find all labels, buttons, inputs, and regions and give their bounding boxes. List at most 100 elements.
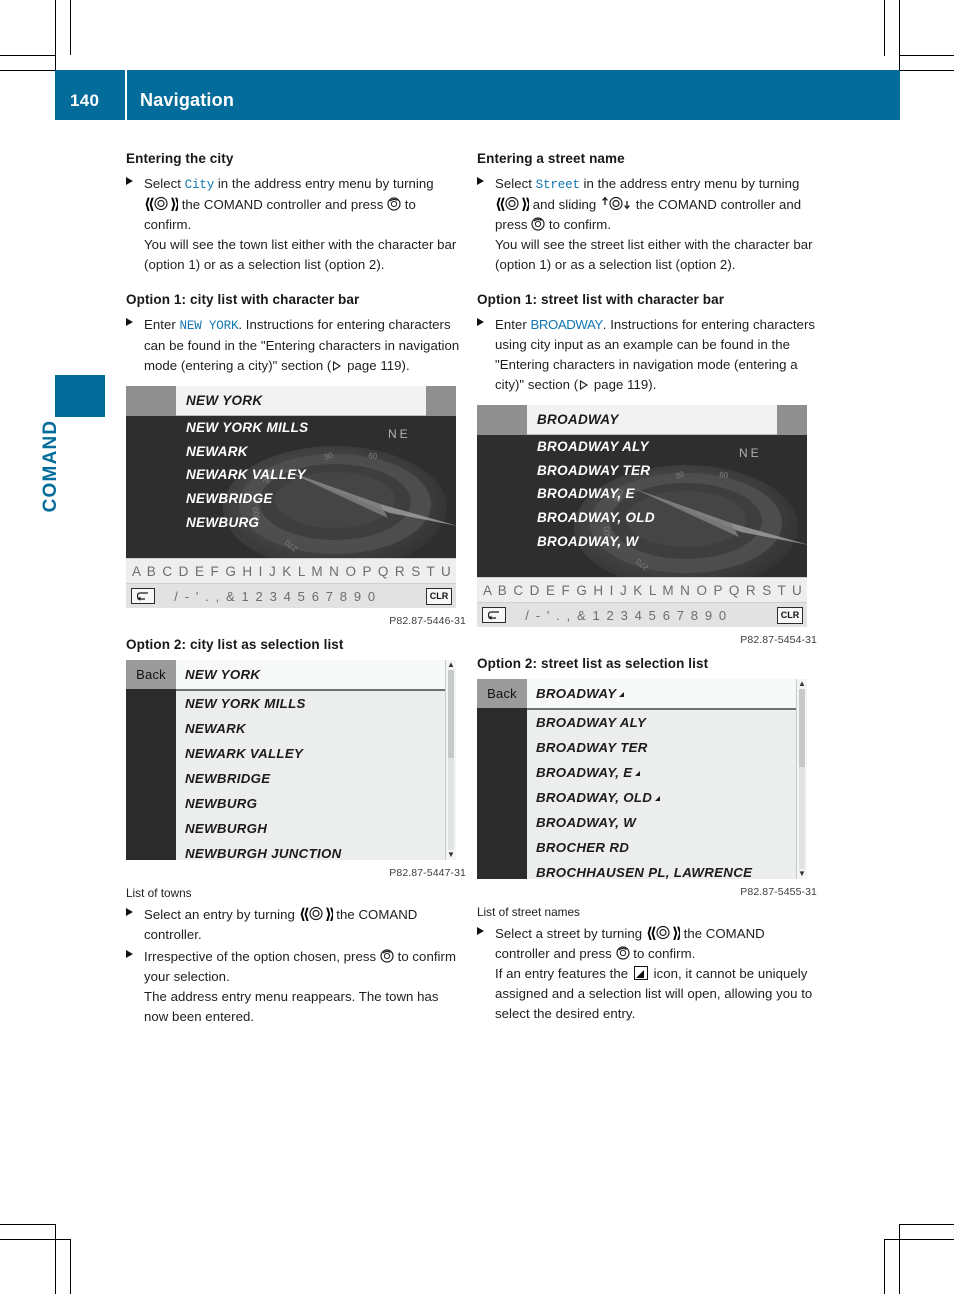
- clr-button[interactable]: CLR: [426, 587, 452, 605]
- list-item[interactable]: NEWARK: [176, 716, 456, 741]
- list-item[interactable]: BROCHER RD: [527, 835, 807, 860]
- list-item[interactable]: NEWBRIDGE: [176, 766, 456, 791]
- crop-mark-bottom-right-v: [899, 1224, 900, 1294]
- list-item[interactable]: NEWARK VALLEY: [176, 741, 456, 766]
- back-button[interactable]: Back: [477, 679, 527, 709]
- scroll-up-icon[interactable]: ▲: [798, 680, 806, 688]
- list-item[interactable]: BROADWAY, E: [477, 482, 807, 506]
- scrollbar-thumb[interactable]: [799, 689, 805, 768]
- crop-mark-bottom-left-v: [55, 1224, 56, 1294]
- t: Enter: [144, 317, 180, 333]
- step-select-street-text: Select Street in the address entry menu …: [495, 174, 817, 235]
- scroll-down-icon[interactable]: ▼: [798, 870, 806, 878]
- scroll-down-icon[interactable]: ▼: [447, 851, 455, 859]
- side-tab-label: COMAND: [40, 419, 61, 513]
- scrollbar[interactable]: ▲ ▼: [796, 679, 807, 880]
- list-item[interactable]: BROADWAY, E: [527, 760, 807, 785]
- list-item[interactable]: NEWARK VALLEY: [126, 463, 456, 487]
- caption-list-of-towns: List of towns: [126, 886, 192, 901]
- t: Select: [495, 175, 536, 191]
- back-arrow-icon[interactable]: [482, 607, 506, 624]
- character-bar[interactable]: A B C D E F G H I J K L M N O P Q R S T …: [126, 558, 456, 584]
- step-arrow-icon: [477, 176, 484, 185]
- svg-text:⟫: ⟫: [170, 196, 178, 211]
- list-item[interactable]: BROADWAY, OLD: [527, 785, 807, 810]
- ambiguous-entry-icon: [655, 796, 661, 802]
- list-item-text: BROCHER RD: [536, 840, 630, 856]
- back-arrow-icon[interactable]: [131, 588, 155, 605]
- list-rows: NEW YORK MILLS NEWARK NEWARK VALLEY NEWBRID…: [176, 691, 456, 860]
- right-column: Entering a street name Select Street in …: [477, 150, 817, 1026]
- step-select-city-text: Select City in the address entry menu by…: [144, 174, 466, 235]
- character-bar-letters[interactable]: A B C D E F G H I J K L M N O P Q R S T …: [126, 564, 456, 579]
- screen-right-panel: BROADWAY BROADWAY ALY BROADWAY TER BROADWA…: [527, 679, 807, 880]
- character-bar-letters[interactable]: A B C D E F G H I J K L M N O P Q R S T …: [477, 583, 807, 598]
- step-select-city: Select City in the address entry menu by…: [126, 174, 466, 275]
- list-item[interactable]: NEWBURG: [176, 791, 456, 816]
- list-item[interactable]: NEWBRIDGE: [126, 487, 456, 511]
- step-enter-new-york-text: Enter NEW YORK. Instructions for enterin…: [144, 315, 466, 376]
- step-arrow-icon: [126, 950, 133, 959]
- list-rows: NEW YORK MILLS NEWARK NEWARK VALLEY NEWBRID…: [126, 416, 456, 534]
- step-enter-new-york: Enter NEW YORK. Instructions for enterin…: [126, 315, 466, 376]
- heading-entering-street-name: Entering a street name: [477, 151, 625, 166]
- scrollbar-thumb[interactable]: [448, 670, 454, 759]
- ambiguous-entry-icon: [635, 771, 641, 777]
- scroll-up-icon[interactable]: ▲: [447, 661, 455, 669]
- screen-left-panel: Back: [126, 660, 176, 861]
- character-bar[interactable]: A B C D E F G H I J K L M N O P Q R S T …: [477, 577, 807, 603]
- step-select-street-entry-text: Select a street by turning ⟪⟫ the COMAND…: [495, 924, 817, 964]
- number-bar-digits[interactable]: / - ' . , & 1 2 3 4 5 6 7 8 9 0: [155, 589, 426, 604]
- comand-screen-city-list: Back NEW YORK NEW YORK MILLS NEWARK NEWARK…: [126, 660, 456, 861]
- figure-number: P82.87-5454-31: [740, 634, 817, 647]
- selected-entry-row[interactable]: BROADWAY: [527, 405, 777, 436]
- screen-top-band: NEW YORK: [126, 386, 456, 417]
- step-arrow-icon: [477, 318, 484, 327]
- list-item[interactable]: BROADWAY TER: [477, 459, 807, 483]
- comand-screen-street-charbar: BROADWAY NE 30 60 330 300 270 BROADWAY A…: [477, 405, 807, 628]
- list-item-selected[interactable]: BROADWAY: [527, 679, 807, 711]
- number-bar[interactable]: / - ' . , & 1 2 3 4 5 6 7 8 9 0 CLR: [126, 583, 456, 609]
- page-number: 140: [70, 91, 100, 110]
- figure-city-list-character-bar: NEW YORK NE 30 60 330 300 270 NEW YORK M…: [126, 386, 466, 627]
- list-item[interactable]: BROADWAY ALY: [527, 710, 807, 735]
- number-bar[interactable]: / - ' . , & 1 2 3 4 5 6 7 8 9 0 CLR: [477, 602, 807, 628]
- list-item[interactable]: BROADWAY, W: [477, 530, 807, 554]
- step-enter-broadway-text: Enter BROADWAY. Instructions for enterin…: [495, 315, 817, 395]
- step-select-entry: Select an entry by turning ⟪⟫ the COMAND…: [126, 905, 466, 945]
- list-item[interactable]: BROADWAY TER: [527, 735, 807, 760]
- list-item[interactable]: BROCHHAUSEN PL, LAWRENCE: [527, 860, 807, 879]
- list-item[interactable]: BROADWAY ALY: [477, 435, 807, 459]
- list-item[interactable]: NEWBURGH JUNCTION: [176, 841, 456, 860]
- t: Enter: [495, 317, 531, 333]
- manual-page: 140 Navigation COMAND Entering the city …: [0, 0, 954, 1294]
- back-button[interactable]: Back: [126, 660, 176, 690]
- slide-controller-icon: [600, 196, 632, 211]
- selected-entry-row[interactable]: NEW YORK: [176, 386, 426, 417]
- scrollbar[interactable]: ▲ ▼: [445, 660, 456, 861]
- press-controller-icon: [387, 196, 401, 211]
- list-item[interactable]: NEWBURGH: [176, 816, 456, 841]
- side-tab-marker: [55, 375, 105, 417]
- page-reference-icon: [578, 379, 590, 391]
- ambiguous-entry-icon: [633, 966, 648, 981]
- list-item[interactable]: NEW YORK MILLS: [176, 691, 456, 716]
- crop-mark-top-right-h2: [900, 70, 954, 71]
- number-bar-digits[interactable]: / - ' . , & 1 2 3 4 5 6 7 8 9 0: [506, 608, 777, 623]
- step-select-street-note: You will see the street list either with…: [495, 237, 813, 273]
- list-item-selected[interactable]: NEW YORK: [176, 660, 456, 692]
- list-item[interactable]: NEWARK: [126, 440, 456, 464]
- list-item[interactable]: NEW YORK MILLS: [126, 416, 456, 440]
- selected-entry-text: NEW YORK: [186, 393, 263, 409]
- list-item[interactable]: NEWBURG: [126, 511, 456, 535]
- heading-option-1-city: Option 1: city list with character bar: [126, 292, 360, 308]
- figure-number: P82.87-5447-31: [389, 867, 466, 880]
- list-item[interactable]: BROADWAY, OLD: [477, 506, 807, 530]
- step-confirm-selection: Irrespective of the option chosen, press…: [126, 947, 466, 1027]
- list-item[interactable]: BROADWAY, W: [527, 810, 807, 835]
- step-arrow-icon: [126, 318, 133, 327]
- list-rows: BROADWAY ALY BROADWAY TER BROADWAY, E BROAD…: [477, 435, 807, 553]
- crop-mark-top-left-v2: [70, 0, 71, 55]
- step-select-street: Select Street in the address entry menu …: [477, 174, 817, 275]
- clr-button[interactable]: CLR: [777, 606, 803, 624]
